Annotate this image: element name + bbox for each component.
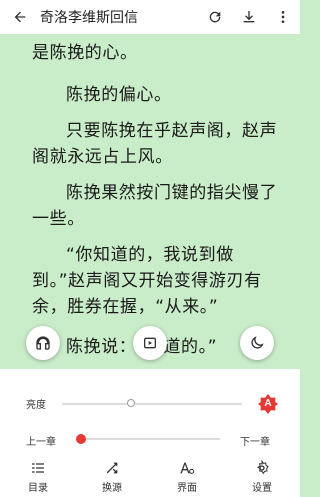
read-aloud-button[interactable]	[26, 326, 60, 360]
download-button[interactable]	[232, 0, 266, 34]
chapter-progress-thumb[interactable]	[76, 434, 86, 444]
paragraph: 只要陈挽在乎赵声阁，赵声阁就永远占上风。	[32, 121, 278, 167]
headphones-icon	[36, 336, 50, 350]
night-mode-button[interactable]	[240, 326, 274, 360]
paragraph: “你知道的，我说到做到。”赵声阁又开始变得游刃有余，胜券在握，“从来。”	[32, 245, 262, 317]
top-app-bar: 奇洛李维斯回信	[0, 0, 300, 34]
prev-chapter-button[interactable]: 上一章	[26, 433, 56, 448]
refresh-icon	[209, 11, 221, 23]
paragraph: 是陈挽的心。	[32, 43, 138, 63]
more-button[interactable]	[266, 0, 300, 34]
nav-label: 界面	[177, 483, 197, 494]
auto-brightness-button[interactable]: A	[257, 393, 279, 415]
back-button[interactable]	[0, 0, 40, 34]
nav-settings[interactable]: 设置	[232, 460, 292, 497]
paragraph: 陈挽的偏心。	[66, 85, 172, 105]
auto-page-icon	[144, 337, 156, 349]
arrow-left-icon	[14, 11, 26, 23]
list-icon	[32, 463, 44, 473]
brightness-slider-thumb[interactable]	[127, 399, 135, 407]
reading-area[interactable]: 是陈挽的心。 陈挽的偏心。 只要陈挽在乎赵声阁，赵声阁就永远占上风。 陈挽果然按…	[0, 34, 300, 369]
next-chapter-button[interactable]: 下一章	[240, 433, 270, 448]
nav-label: 设置	[252, 483, 272, 494]
swap-icon	[106, 462, 118, 474]
book-title: 奇洛李维斯回信	[40, 10, 138, 26]
paragraph: 陈挽果然按门键的指尖慢了一些。	[32, 183, 278, 229]
nav-label: 目录	[28, 483, 48, 494]
auto-page-button[interactable]	[133, 326, 167, 360]
brightness-slider[interactable]	[62, 403, 242, 405]
nav-change-source[interactable]: 换源	[82, 460, 142, 497]
auto-brightness-badge: A	[264, 398, 272, 409]
nav-catalog[interactable]: 目录	[8, 460, 68, 497]
font-icon	[180, 462, 195, 474]
moon-icon	[251, 336, 264, 349]
nav-interface[interactable]: 界面	[157, 460, 217, 497]
brightness-label: 亮度	[26, 400, 46, 411]
more-vertical-icon	[281, 11, 285, 23]
refresh-button[interactable]	[198, 0, 232, 34]
nav-label: 换源	[102, 483, 122, 494]
chapter-progress-slider[interactable]	[80, 438, 220, 440]
gear-icon	[257, 460, 269, 475]
download-icon	[243, 11, 255, 23]
